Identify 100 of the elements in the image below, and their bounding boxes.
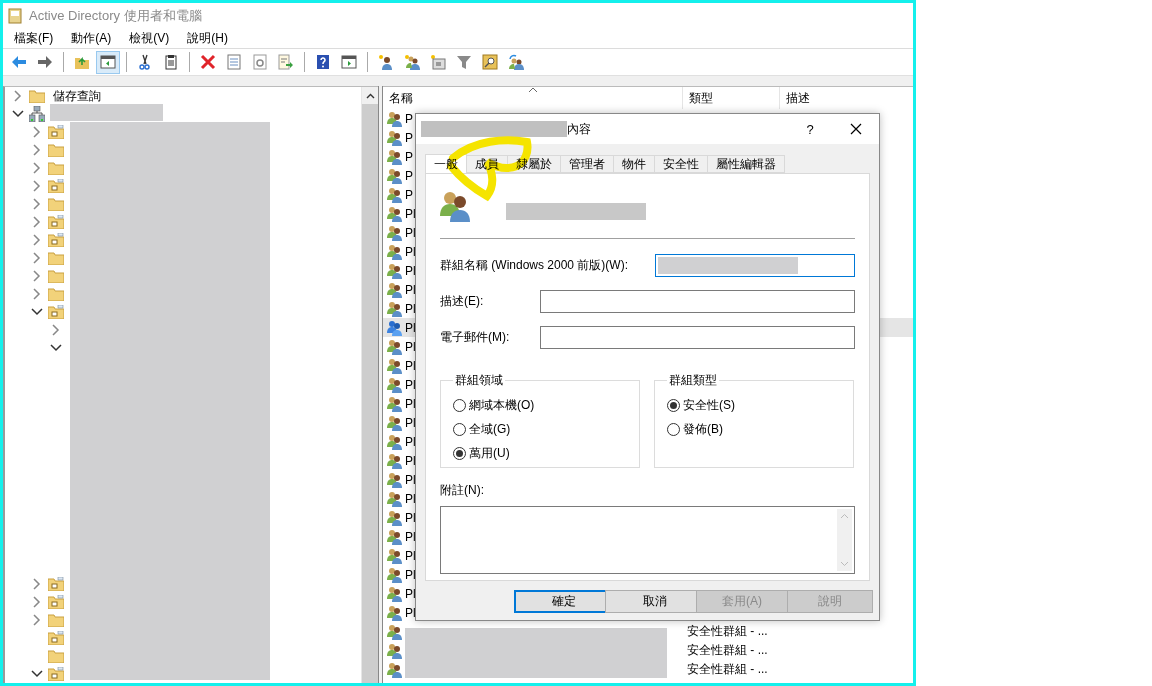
input-field[interactable]	[540, 290, 855, 313]
table-cell[interactable]: Pl	[405, 301, 416, 316]
new-folder-icon	[430, 54, 446, 70]
tab[interactable]: 物件	[613, 155, 655, 173]
table-cell[interactable]: Pl	[405, 282, 416, 297]
menu-item[interactable]: 檢視(V)	[122, 27, 177, 49]
radio-option[interactable]: 網域本機(O)	[453, 393, 627, 417]
radio-option[interactable]: 發佈(B)	[667, 417, 841, 441]
refresh-icon	[252, 54, 268, 70]
table-cell[interactable]: Pl	[405, 491, 416, 506]
group-icon	[387, 433, 403, 450]
radio-option[interactable]: 安全性(S)	[667, 393, 841, 417]
new-group-icon	[404, 54, 420, 70]
properties-icon	[226, 54, 242, 70]
chevron-right-icon[interactable]	[33, 144, 41, 156]
group-icon	[387, 414, 403, 431]
radio-option[interactable]: 萬用(U)	[453, 441, 627, 465]
chevron-right-icon[interactable]	[33, 288, 41, 300]
back-arrow-icon	[11, 54, 27, 70]
toolbar-button[interactable]	[96, 50, 120, 74]
tab[interactable]: 屬性編輯器	[707, 155, 785, 173]
table-cell[interactable]: Pl	[405, 415, 416, 430]
chevron-right-icon[interactable]	[33, 614, 41, 626]
table-cell[interactable]: P	[405, 130, 413, 145]
folder-icon	[48, 233, 64, 247]
chevron-down-icon[interactable]	[50, 344, 62, 352]
table-cell[interactable]: P	[405, 187, 413, 202]
folder-icon	[48, 143, 64, 157]
input-field[interactable]	[540, 326, 855, 349]
menu-item[interactable]: 動作(A)	[64, 27, 119, 49]
column-header[interactable]: 類型	[683, 87, 780, 109]
group-icon	[387, 129, 403, 146]
table-cell[interactable]: Pl	[405, 225, 416, 240]
table-cell[interactable]: Pl	[405, 567, 416, 582]
folder-icon	[48, 161, 64, 175]
table-cell[interactable]: Pl	[405, 529, 416, 544]
table-cell[interactable]: P	[405, 111, 413, 126]
table-cell[interactable]: Pl	[405, 586, 416, 601]
table-cell[interactable]: Pl	[405, 510, 416, 525]
chevron-right-icon[interactable]	[33, 578, 41, 590]
table-cell[interactable]: Pl	[405, 472, 416, 487]
table-cell[interactable]: Pl	[405, 206, 416, 221]
chevron-right-icon[interactable]	[33, 216, 41, 228]
chevron-right-icon[interactable]	[33, 180, 41, 192]
folder-icon	[48, 215, 64, 229]
group-icon	[387, 471, 403, 488]
menu-item[interactable]: 說明(H)	[180, 27, 235, 49]
radio-option[interactable]: 全域(G)	[453, 417, 627, 441]
table-cell[interactable]: P	[405, 168, 413, 183]
chevron-right-icon[interactable]	[14, 90, 22, 102]
folder-icon	[48, 251, 64, 265]
folder-icon	[48, 125, 64, 139]
group-icon	[387, 186, 403, 203]
table-cell[interactable]: Pl	[405, 320, 416, 335]
app-icon	[7, 7, 23, 24]
chevron-right-icon[interactable]	[33, 270, 41, 282]
group-title: 群組類型	[668, 372, 718, 389]
chevron-down-icon[interactable]	[12, 110, 24, 118]
group-title: 群組領域	[454, 372, 504, 389]
clipboard-icon	[163, 54, 179, 70]
table-cell[interactable]: P	[405, 149, 413, 164]
menu-item[interactable]: 檔案(F)	[7, 27, 61, 49]
chevron-down-icon[interactable]	[31, 670, 43, 678]
field-label: 群組名稱 (Windows 2000 前版)(W):	[440, 257, 629, 274]
folder-icon	[48, 613, 64, 627]
table-cell[interactable]: Pl	[405, 377, 416, 392]
table-cell[interactable]: Pl	[405, 263, 416, 278]
table-cell[interactable]: Pl	[405, 453, 416, 468]
table-cell[interactable]: Pl	[405, 339, 416, 354]
table-cell[interactable]: Pl	[405, 434, 416, 449]
column-header[interactable]: 名稱	[383, 87, 683, 109]
group-icon	[387, 224, 403, 241]
new-user-icon	[378, 54, 394, 70]
chevron-down-icon[interactable]	[31, 308, 43, 316]
notes-field[interactable]	[440, 506, 855, 574]
chevron-right-icon[interactable]	[33, 198, 41, 210]
tree-item[interactable]: 儲存查詢	[53, 87, 101, 105]
table-cell[interactable]: Pl	[405, 605, 416, 620]
chevron-right-icon[interactable]	[33, 162, 41, 174]
table-cell[interactable]: Pl	[405, 396, 416, 411]
tab[interactable]: 管理者	[560, 155, 614, 173]
chevron-right-icon[interactable]	[33, 596, 41, 608]
column-header[interactable]: 描述	[780, 87, 910, 109]
tab[interactable]: 安全性	[654, 155, 708, 173]
filter-icon	[456, 54, 472, 70]
chevron-right-icon[interactable]	[52, 324, 60, 336]
add-to-group-icon	[508, 54, 524, 70]
chevron-right-icon[interactable]	[33, 126, 41, 138]
table-cell[interactable]: Pl	[405, 548, 416, 563]
table-cell[interactable]: Pl	[405, 358, 416, 373]
table-cell[interactable]: Pl	[405, 244, 416, 259]
scrollbar[interactable]	[361, 87, 378, 683]
scroll-up-icon[interactable]	[365, 92, 375, 99]
group-icon	[387, 452, 403, 469]
chevron-right-icon[interactable]	[33, 234, 41, 246]
input-field[interactable]	[655, 254, 855, 277]
group-icon	[387, 376, 403, 393]
group-icon	[387, 300, 403, 317]
chevron-right-icon[interactable]	[33, 252, 41, 264]
help-button[interactable]: ?	[787, 121, 833, 137]
